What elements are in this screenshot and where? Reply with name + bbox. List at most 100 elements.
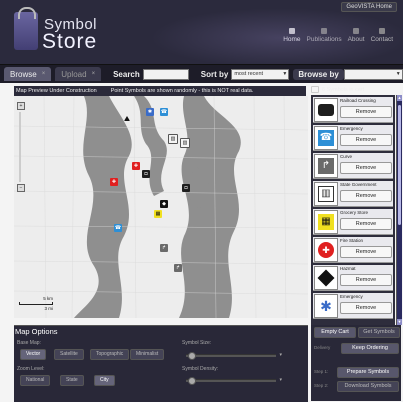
building-icon: ▥ [314,182,338,206]
cart-item-name: Emergency [340,294,363,299]
map-marker-curve[interactable]: ↱ [160,244,168,252]
delivery-label: Delivery [314,345,331,350]
home-icon [288,28,295,34]
empty-cart-button[interactable]: Empty Cart [314,327,356,338]
cart-icon: ▦ [314,210,338,234]
chevron-down-icon: ▼ [395,71,401,77]
keep-ordering-button[interactable]: Keep Ordering [341,343,399,354]
nav-about-label: About [347,36,365,43]
cart-item: ▦ Grocery Store Remove [313,209,393,235]
geovista-home-link[interactable]: GeoVISTA Home [341,2,397,12]
cart-icon [311,86,319,93]
map-marker-triangle[interactable] [124,116,130,121]
cart-title: 6 Symbols in cart [322,86,365,93]
logo-text-store: Store [42,30,98,53]
remove-button[interactable]: Remove [340,106,392,118]
map-marker-train[interactable]: ◘ [142,170,150,178]
nav-home[interactable]: Home [283,28,301,43]
tab-upload[interactable]: Upload × [55,67,102,81]
symbol-size-label: Symbol Size: [182,340,212,346]
map-marker-train[interactable]: ◘ [182,184,190,192]
zoom-city[interactable]: City [94,375,115,386]
map-marker-grocery[interactable]: ▦ [154,210,162,218]
chevron-down-icon: ▾ [279,377,282,383]
map-options-title: Map Options [15,327,58,336]
medical-icon: ✱ [314,294,338,318]
get-symbols-button[interactable]: Get Symbols [358,327,400,338]
map-marker-fire[interactable]: ✚ [132,162,140,170]
symbol-size-slider[interactable]: ▾ [186,352,282,360]
chevron-down-icon: ▼ [282,71,288,77]
nav-about[interactable]: About [348,28,365,43]
tab-browse-label: Browse [10,69,37,79]
remove-button[interactable]: Remove [340,246,392,258]
base-map-minimalist[interactable]: Minimalist [130,349,165,360]
map-marker-curve[interactable]: ↱ [174,264,182,272]
slider-knob[interactable] [188,352,196,360]
cart-item: Railroad Crossing Remove [313,97,393,123]
scroll-thumb[interactable] [398,105,401,225]
remove-button[interactable]: Remove [340,190,392,202]
map-marker-phone[interactable]: ☎ [114,224,122,232]
map-marker-building[interactable]: ▥ [180,138,190,148]
mail-icon [378,28,385,34]
cart-scrollbar[interactable]: ▲ ▼ [396,95,402,325]
sort-label: Sort by [200,69,229,79]
tab-upload-label: Upload [61,69,87,79]
map-note: Point Symbols are shown randomly - this … [110,88,254,94]
cart-item-name: Emergency [340,126,363,131]
remove-button[interactable]: Remove [340,302,392,314]
zoom-control: + − [17,102,25,192]
map-preview[interactable]: + − 5 km 3 mi ✱ ☎ ▥ ▥ ✚ ◘ ✚ ◘ ◆ ▦ ☎ ↱ ↱ [14,96,308,318]
tab-browse[interactable]: Browse × [4,67,52,81]
symbol-density-label: Symbol Density: [182,366,219,372]
base-map-label: Base Map: [17,340,41,346]
symbol-store-app: Symbol Store GeoVISTA Home Home Publicat… [0,0,403,409]
map-marker-medical[interactable]: ✱ [146,108,154,116]
nav-contact-label: Contact [370,36,393,43]
slider-knob[interactable] [188,377,196,385]
logo[interactable]: Symbol Store [14,7,134,56]
fire-icon: ✚ [314,238,338,262]
step2-label: Step 2: [314,383,329,388]
symbol-density-slider[interactable]: ▾ [186,377,282,385]
cart-list: Railroad Crossing Remove ☎ Emergency Rem… [311,95,395,325]
zoom-national[interactable]: National [20,375,51,386]
remove-button[interactable]: Remove [340,162,392,174]
remove-button[interactable]: Remove [340,218,392,230]
zoom-out-button[interactable]: − [17,184,25,192]
hazmat-icon [314,266,338,290]
chevron-down-icon: ▾ [279,352,282,358]
zoom-slider[interactable] [19,112,21,182]
download-symbols-button[interactable]: Download Symbols [337,381,399,392]
zoom-level-label: Zoom Level: [17,366,45,372]
cart-item: ↱ Curve Remove [313,153,393,179]
zoom-in-button[interactable]: + [17,102,25,110]
remove-button[interactable]: Remove [340,274,392,286]
zoom-state[interactable]: State [60,375,84,386]
nav-home-label: Home [283,36,301,43]
search-input[interactable] [142,68,189,80]
prepare-symbols-button[interactable]: Prepare Symbols [337,367,399,378]
scale-label-mi: 3 mi [44,306,53,311]
cart-item-name: Curve [340,154,353,159]
map-marker-building[interactable]: ▥ [168,134,178,144]
sort-select[interactable]: most recent ▼ [231,68,290,80]
remove-button[interactable]: Remove [340,134,392,146]
base-map-vector[interactable]: Vector [20,349,47,360]
map-marker-hazmat[interactable]: ◆ [160,200,168,208]
tab-close-icon: × [91,71,96,77]
map-marker-phone[interactable]: ☎ [160,108,168,116]
base-map-topographic[interactable]: Topographic [90,349,130,360]
nav-contact[interactable]: Contact [371,28,393,43]
map-title: Map Preview Under Construction [16,88,97,94]
scroll-up-icon[interactable]: ▲ [397,95,402,101]
nav-publications-label: Publications [306,36,342,43]
browse-by-select[interactable]: ▼ [343,68,403,80]
nav-publications[interactable]: Publications [307,28,342,43]
train-icon [314,98,338,122]
base-map-satellite[interactable]: Satellite [54,349,84,360]
map-marker-fire[interactable]: ✚ [110,178,118,186]
shopping-bag-icon [14,7,38,50]
cart-item: ✚ Fire Station Remove [313,237,393,263]
